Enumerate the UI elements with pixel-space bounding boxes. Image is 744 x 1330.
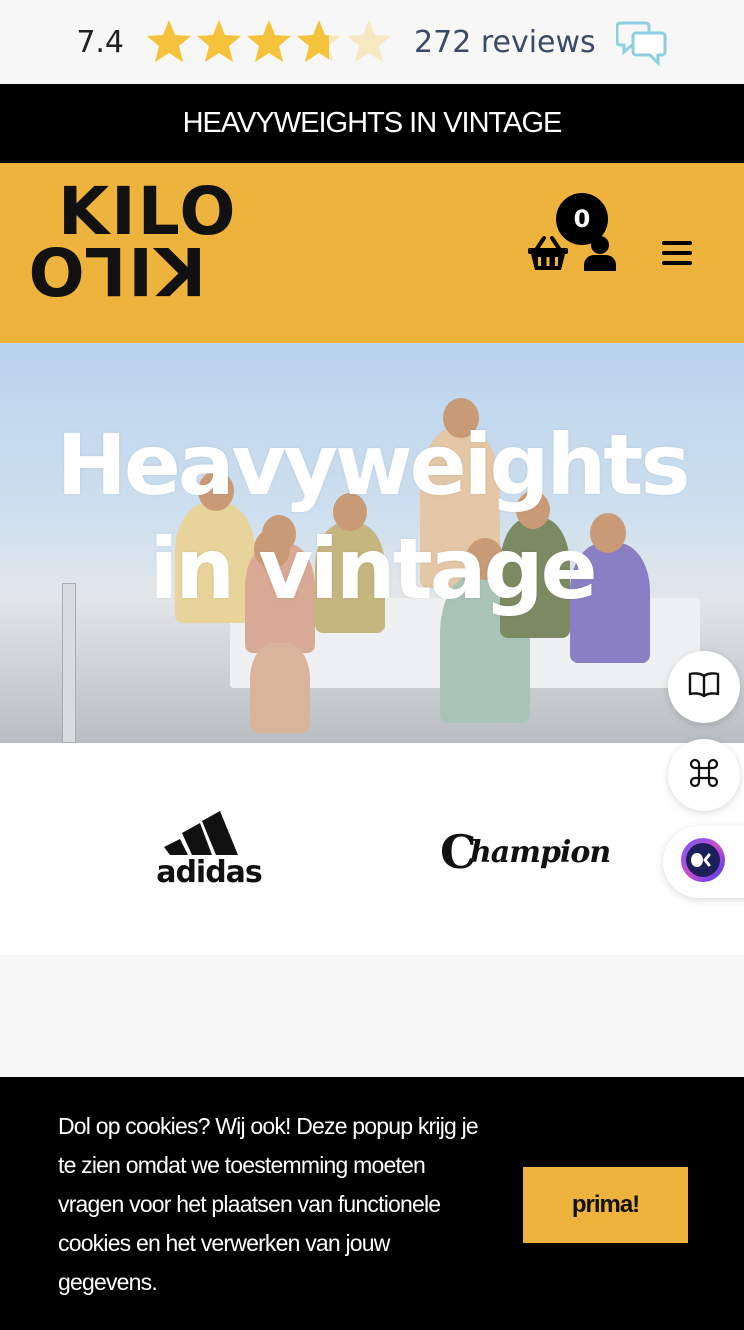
adidas-logo[interactable]: adidas [152, 811, 266, 890]
assistant-face-icon [679, 836, 727, 889]
star-icon [244, 17, 294, 67]
kilo-kilo-logo[interactable]: KILO KILO [26, 179, 235, 310]
basket-icon[interactable] [528, 236, 568, 272]
cookie-banner: Dol op cookies? Wij ook! Deze popup krij… [0, 1077, 744, 1330]
adidas-wordmark: adidas [156, 855, 263, 890]
star-icon [344, 17, 394, 67]
review-score: 7.4 [76, 24, 125, 60]
menu-hamburger-icon[interactable] [662, 239, 692, 267]
announcement-text: HEAVYWEIGHTS IN VINTAGE [182, 107, 563, 139]
page: 7.4 272 reviews HEAVYWEIGHTS IN VINTAGE … [0, 0, 744, 1330]
chat-bubbles-icon [615, 17, 668, 67]
catalog-book-button[interactable] [668, 651, 740, 723]
star-rating [144, 17, 394, 67]
logo-bottom-text: KILO [26, 232, 206, 309]
open-book-icon [688, 671, 720, 704]
command-key-icon [688, 757, 720, 794]
champion-wordmark: hampion [470, 835, 611, 870]
cart-count-badge[interactable]: 0 [556, 193, 608, 245]
command-button[interactable] [668, 739, 740, 811]
champion-logo[interactable]: C hampion [440, 821, 636, 881]
cookie-message: Dol op cookies? Wij ook! Deze popup krij… [58, 1113, 479, 1295]
cookie-accept-button[interactable]: prima! [523, 1167, 688, 1243]
announcement-bar: HEAVYWEIGHTS IN VINTAGE [0, 84, 744, 163]
review-count[interactable]: 272 reviews [414, 25, 596, 60]
brand-logo-strip: adidas C hampion [0, 743, 744, 955]
hero-title: Heavyweights in vintage [0, 413, 744, 621]
star-icon [144, 17, 194, 67]
star-icon [294, 17, 344, 67]
site-header: KILO KILO 0 [0, 163, 744, 343]
chat-assistant-button[interactable] [663, 826, 744, 898]
star-icon [194, 17, 244, 67]
hero-person [250, 643, 310, 733]
hero-title-line-1: Heavyweights [56, 416, 691, 514]
hero-title-line-2: in vintage [149, 520, 597, 618]
hero-banner[interactable]: Heavyweights in vintage [0, 343, 744, 743]
review-bar[interactable]: 7.4 272 reviews [0, 0, 744, 84]
